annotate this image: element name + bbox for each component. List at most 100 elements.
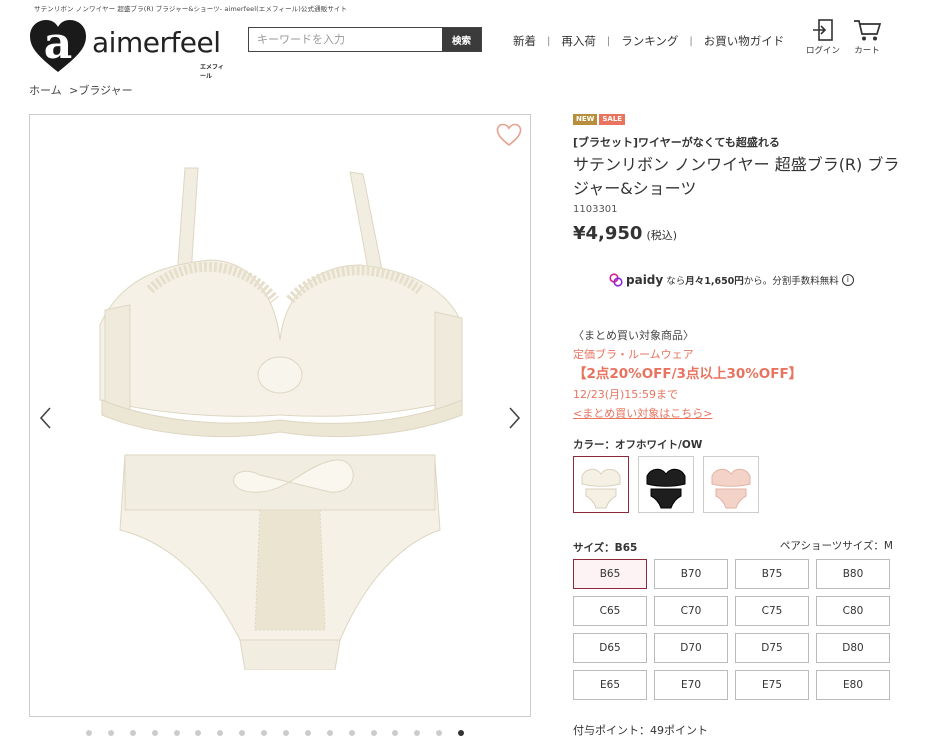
chevron-right-icon[interactable]: [508, 406, 522, 430]
pagination-dot[interactable]: [326, 730, 333, 736]
campaign-label: 〈まとめ買い対象商品〉: [573, 329, 694, 342]
nav-restock[interactable]: 再入荷: [561, 33, 596, 49]
pagination-dot[interactable]: [304, 730, 311, 736]
size-option-c70[interactable]: C70: [654, 596, 728, 626]
paidy-brand: paidy: [626, 273, 664, 287]
logo-wordmark: aimerfeel: [92, 26, 221, 59]
login-label: ログイン: [805, 46, 840, 56]
nav-ranking[interactable]: ランキング: [621, 33, 678, 49]
sale-badge: SALE: [599, 114, 626, 125]
product-price: ¥4,950 (税込): [573, 223, 903, 244]
size-option-c65[interactable]: C65: [573, 596, 647, 626]
pagination-dot[interactable]: [348, 730, 355, 736]
size-option-c80[interactable]: C80: [816, 596, 890, 626]
breadcrumb: ホーム >ブラジャー: [29, 82, 137, 98]
product-info: NEW SALE [ブラセット]ワイヤーがなくても超盛れる サテンリボン ノンワ…: [573, 114, 903, 244]
paidy-pre: なら: [666, 276, 686, 287]
size-option-b80[interactable]: B80: [816, 559, 890, 589]
swatch-black[interactable]: [638, 456, 694, 513]
swatch-offwhite[interactable]: [573, 456, 629, 513]
paidy-banner[interactable]: paidy なら 月々1,650円 から。分割手数料無料 i: [609, 273, 854, 287]
favorite-heart-icon[interactable]: [496, 123, 522, 147]
campaign-link[interactable]: <まとめ買い対象はこちら>: [573, 404, 802, 423]
size-option-d75[interactable]: D75: [735, 633, 809, 663]
product-gallery: [29, 114, 531, 717]
campaign-deadline: 12/23(月)15:59まで: [573, 388, 678, 401]
pagination-dot-active[interactable]: [458, 730, 465, 736]
search-bar: 検索: [248, 27, 482, 52]
tax-note: (税込): [646, 229, 678, 242]
paidy-post: から。分割手数料無料: [743, 276, 839, 287]
login-button[interactable]: ログイン: [803, 18, 843, 56]
pagination-dot[interactable]: [370, 730, 377, 736]
color-label: カラー：オフホワイト/OW: [573, 439, 703, 451]
nav-divider: |: [689, 35, 693, 47]
size-option-b75[interactable]: B75: [735, 559, 809, 589]
pagination-dot[interactable]: [283, 730, 290, 736]
breadcrumb-home[interactable]: ホーム: [29, 84, 62, 97]
pagination-dot[interactable]: [86, 730, 92, 736]
size-option-d65[interactable]: D65: [573, 633, 647, 663]
size-option-c75[interactable]: C75: [735, 596, 809, 626]
pair-shorts-size: ペアショーツサイズ：M: [779, 540, 893, 552]
logo-kana: エメフィール: [200, 64, 224, 80]
global-nav: 新着 | 再入荷 | ランキング | お買い物ガイド: [513, 33, 784, 49]
price-value: ¥4,950: [573, 223, 643, 244]
pagination-dot[interactable]: [129, 730, 136, 736]
paidy-monthly: 月々1,650円: [685, 276, 744, 287]
pagination-dot[interactable]: [173, 730, 180, 736]
pagination-dot[interactable]: [436, 730, 443, 736]
size-option-b65[interactable]: B65: [573, 559, 647, 589]
pagination-dot[interactable]: [261, 730, 268, 736]
size-option-e65[interactable]: E65: [573, 670, 647, 700]
badges: NEW SALE: [573, 114, 903, 125]
login-icon: [813, 19, 833, 41]
cart-button[interactable]: カート: [847, 18, 887, 56]
campaign-target: 定価ブラ・ルームウェア: [573, 348, 694, 361]
size-option-b70[interactable]: B70: [654, 559, 728, 589]
product-title: サテンリボン ノンワイヤー 超盛ブラ(R) ブラジャー&ショーツ: [573, 155, 900, 198]
swatch-pink-image: [711, 468, 751, 508]
breadcrumb-bra[interactable]: >ブラジャー: [69, 84, 132, 97]
cart-label: カート: [854, 46, 880, 56]
size-label: サイズ：B65: [573, 542, 638, 554]
pagination-dot[interactable]: [217, 730, 224, 736]
pagination-dot[interactable]: [107, 730, 114, 736]
product-image: [99, 167, 463, 670]
nav-new-arrivals[interactable]: 新着: [513, 33, 536, 49]
product-catchcopy: [ブラセット]ワイヤーがなくても超盛れる: [573, 136, 780, 149]
size-option-e70[interactable]: E70: [654, 670, 728, 700]
paidy-logo-icon: [609, 273, 623, 287]
search-button[interactable]: 検索: [442, 28, 481, 51]
size-option-d80[interactable]: D80: [816, 633, 890, 663]
swatch-pink[interactable]: [703, 456, 759, 513]
size-option-e80[interactable]: E80: [816, 670, 890, 700]
info-icon[interactable]: i: [841, 274, 854, 286]
pagination-dot[interactable]: [392, 730, 399, 736]
bulk-campaign: 〈まとめ買い対象商品〉 定価ブラ・ルームウェア 【2点20%OFF/3点以上30…: [573, 326, 802, 423]
pagination-dot[interactable]: [414, 730, 421, 736]
svg-text:a: a: [44, 18, 73, 69]
reward-points: 付与ポイント：49ポイント: [573, 724, 708, 737]
size-grid: B65 B70 B75 B80 C65 C70 C75 C80 D65 D70 …: [573, 559, 890, 700]
aimerfeel-logo[interactable]: a aimerfeel エメフィール: [28, 14, 228, 80]
pagination-dot[interactable]: [195, 730, 202, 736]
search-input[interactable]: [249, 28, 442, 51]
campaign-offer: 【2点20%OFF/3点以上30%OFF】: [573, 366, 803, 382]
nav-divider: |: [606, 35, 611, 47]
chevron-left-icon[interactable]: [38, 406, 52, 430]
size-option-e75[interactable]: E75: [735, 670, 809, 700]
swatch-black-image: [646, 468, 686, 508]
nav-shopping-guide[interactable]: お買い物ガイド: [704, 33, 785, 49]
pagination-dot[interactable]: [151, 730, 158, 736]
pagination-dot[interactable]: [239, 730, 246, 736]
logo-mark-icon: a: [30, 18, 86, 72]
gallery-pagination: [86, 730, 480, 736]
color-swatches: [573, 456, 759, 513]
swatch-offwhite-image: [581, 468, 621, 508]
product-code: 1103301: [573, 204, 618, 215]
cart-icon: [854, 20, 882, 41]
nav-divider: |: [547, 35, 551, 47]
new-badge: NEW: [573, 114, 598, 125]
size-option-d70[interactable]: D70: [654, 633, 728, 663]
